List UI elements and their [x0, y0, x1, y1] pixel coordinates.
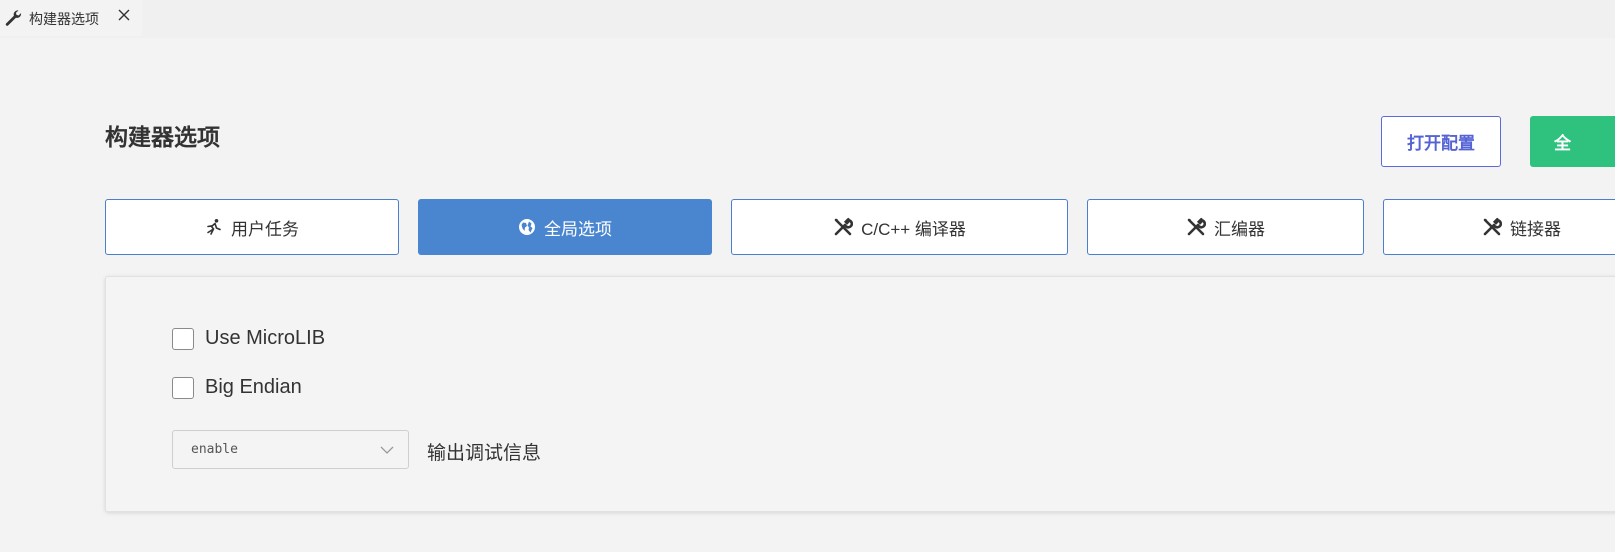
tab-global-options[interactable]: 全局选项	[418, 199, 712, 255]
nav-label: 用户任务	[231, 219, 299, 239]
use-microlib-label: Use MicroLIB	[205, 327, 326, 349]
runner-icon	[205, 218, 223, 236]
nav-label: 汇编器	[1214, 219, 1265, 239]
big-endian-label: Big Endian	[205, 376, 302, 398]
debug-info-label: 输出调试信息	[427, 443, 542, 464]
tab-builder-options[interactable]: 构建器选项	[0, 0, 142, 36]
close-icon[interactable]	[117, 8, 131, 25]
apply-button[interactable]: 全	[1530, 116, 1615, 167]
tools-icon	[1186, 217, 1206, 237]
tab-linker[interactable]: 链接器	[1383, 199, 1615, 255]
nav-label: C/C++ 编译器	[861, 219, 966, 239]
use-microlib-option[interactable]: Use MicroLIB	[172, 327, 325, 350]
open-config-button[interactable]: 打开配置	[1381, 116, 1501, 167]
chevron-down-icon	[380, 444, 394, 459]
tools-icon	[833, 217, 854, 237]
debug-info-select[interactable]: enable	[172, 430, 409, 469]
tools-icon	[1482, 217, 1502, 237]
nav-label: 链接器	[1510, 219, 1561, 239]
page-title: 构建器选项	[105, 124, 220, 150]
wrench-icon	[4, 9, 22, 30]
nav-label: 全局选项	[544, 219, 612, 239]
globe-icon	[518, 218, 536, 236]
options-panel	[105, 276, 1615, 512]
tab-cpp-compiler[interactable]: C/C++ 编译器	[731, 199, 1068, 255]
big-endian-option[interactable]: Big Endian	[172, 376, 302, 399]
debug-info-value: enable	[191, 442, 238, 457]
use-microlib-checkbox[interactable]	[172, 327, 194, 350]
tab-user-tasks[interactable]: 用户任务	[105, 199, 399, 255]
tab-title: 构建器选项	[29, 11, 99, 27]
tab-assembler[interactable]: 汇编器	[1087, 199, 1364, 255]
tab-bar: 构建器选项	[0, 0, 1615, 38]
big-endian-checkbox[interactable]	[172, 376, 194, 399]
